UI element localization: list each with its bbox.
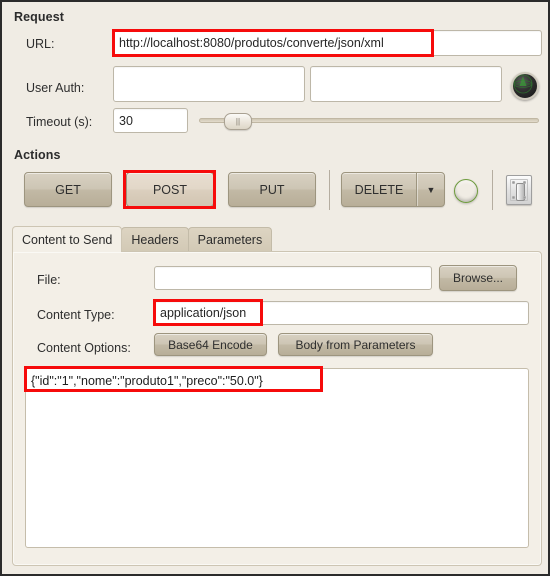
chevron-down-icon[interactable]: ▼: [417, 173, 444, 206]
delete-button[interactable]: DELETE ▼: [341, 172, 445, 207]
actions-separator-2: [492, 170, 493, 210]
url-label: URL:: [26, 37, 55, 51]
body-from-parameters-button[interactable]: Body from Parameters: [278, 333, 433, 356]
user-auth-password-input[interactable]: [310, 66, 502, 102]
user-auth-username-input[interactable]: [113, 66, 305, 102]
tab-headers[interactable]: Headers: [121, 227, 189, 252]
screw-bl: [512, 196, 515, 199]
browse-button[interactable]: Browse...: [439, 265, 517, 291]
radar-globe-icon[interactable]: [511, 72, 539, 100]
screw-br: [523, 196, 526, 199]
request-section-title: Request: [14, 10, 65, 24]
post-button[interactable]: POST: [126, 172, 214, 207]
content-type-label: Content Type:: [37, 308, 115, 322]
content-type-input[interactable]: [154, 301, 529, 325]
content-options-label: Content Options:: [37, 341, 131, 355]
light-switch-icon[interactable]: [506, 175, 532, 205]
user-auth-label: User Auth:: [26, 81, 85, 95]
screw-tl: [512, 181, 515, 184]
tab-parameters[interactable]: Parameters: [187, 227, 273, 252]
tab-content-to-send[interactable]: Content to Send: [12, 226, 123, 252]
file-label: File:: [37, 273, 61, 287]
get-button[interactable]: GET: [24, 172, 112, 207]
actions-separator-1: [329, 170, 330, 210]
put-button[interactable]: PUT: [228, 172, 316, 207]
status-led: [454, 179, 478, 203]
base64-encode-button[interactable]: Base64 Encode: [154, 333, 267, 356]
timeout-slider-thumb[interactable]: ||: [224, 113, 252, 130]
actions-section-title: Actions: [14, 148, 61, 162]
screw-tr: [523, 181, 526, 184]
rest-client-window: Request URL: User Auth: Timeout (s): || …: [0, 0, 550, 576]
timeout-label: Timeout (s):: [26, 115, 93, 129]
url-input[interactable]: [113, 30, 542, 56]
timeout-input[interactable]: [113, 108, 188, 133]
file-input[interactable]: [154, 266, 432, 290]
delete-button-label[interactable]: DELETE: [342, 173, 417, 206]
request-body-textarea[interactable]: [25, 368, 529, 548]
content-tabs: Content to Send Headers Parameters: [12, 226, 273, 252]
